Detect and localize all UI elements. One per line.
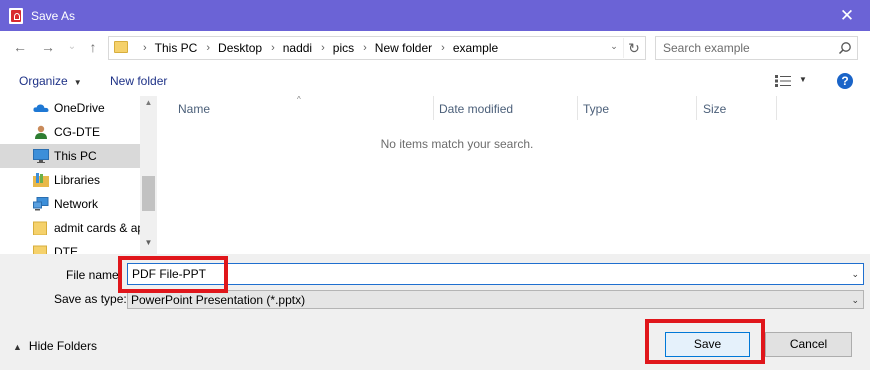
breadcrumb-item-desktop[interactable]: Desktop — [218, 41, 262, 55]
chevron-up-icon: ▲ — [13, 342, 22, 352]
scroll-down-arrow-icon[interactable]: ▼ — [140, 238, 157, 247]
breadcrumb-item-pics[interactable]: pics — [333, 41, 354, 55]
cancel-button[interactable]: Cancel — [765, 332, 852, 357]
sidebar-item-cg-dte[interactable]: CG-DTE — [0, 120, 140, 144]
new-folder-button[interactable]: New folder — [110, 74, 167, 88]
sidebar-scrollbar[interactable]: ▲ ▼ — [140, 96, 157, 254]
network-icon — [33, 197, 49, 211]
close-icon[interactable]: ✕ — [824, 0, 870, 31]
sidebar-item-label: admit cards & ap — [54, 221, 145, 235]
breadcrumb-item-this-pc[interactable]: This PC — [155, 41, 198, 55]
column-divider[interactable] — [776, 96, 777, 120]
folder-icon — [33, 221, 47, 235]
file-list-pane[interactable]: ^ Name Date modified Type Size No items … — [157, 95, 870, 254]
file-name-label: File name: — [66, 268, 123, 282]
sidebar-item-label: CG-DTE — [54, 125, 100, 139]
sidebar-item-onedrive[interactable]: OneDrive — [0, 96, 140, 120]
hide-folders-label: Hide Folders — [28, 339, 97, 353]
save-as-type-value: PowerPoint Presentation (*.pptx) — [131, 293, 306, 307]
scroll-up-arrow-icon[interactable]: ▲ — [140, 98, 157, 107]
breadcrumb-separator-icon: › — [143, 42, 147, 54]
file-name-input[interactable] — [132, 266, 832, 282]
sidebar-item-label: This PC — [54, 149, 97, 163]
breadcrumb-separator-icon[interactable]: › — [363, 42, 367, 54]
breadcrumb: › This PC › Desktop › naddi › pics › New… — [134, 37, 498, 59]
monitor-icon — [33, 149, 49, 163]
back-arrow-icon[interactable]: ← — [12, 39, 28, 55]
sidebar-item-label: Libraries — [54, 173, 101, 187]
breadcrumb-separator-icon[interactable]: › — [206, 42, 210, 54]
sidebar-item-network[interactable]: Network — [0, 192, 140, 216]
breadcrumb-item-naddi[interactable]: naddi — [283, 41, 312, 55]
search-input[interactable] — [663, 40, 833, 56]
folder-icon — [114, 41, 128, 53]
breadcrumb-separator-icon[interactable]: › — [321, 42, 325, 54]
save-as-type-select[interactable]: PowerPoint Presentation (*.pptx) ⌄ — [127, 290, 864, 309]
column-divider[interactable] — [433, 96, 434, 120]
folder-icon — [33, 245, 47, 254]
chevron-down-icon[interactable]: ⌄ — [851, 295, 859, 306]
empty-folder-message: No items match your search. — [380, 137, 534, 151]
navigation-bar: ← → ⌄ ↑ › This PC › Desktop › naddi › pi… — [0, 31, 870, 65]
column-divider[interactable] — [696, 96, 697, 120]
sidebar-item-label: OneDrive — [54, 101, 105, 115]
column-header-size[interactable]: Size — [703, 96, 726, 123]
view-options-icon[interactable] — [775, 75, 791, 87]
hide-folders-toggle[interactable]: ▲ Hide Folders — [13, 339, 97, 353]
save-form-panel: File name: ⌄ Save as type: PowerPoint Pr… — [0, 254, 870, 370]
save-as-type-label: Save as type: — [54, 292, 127, 306]
scrollbar-thumb[interactable] — [142, 176, 155, 211]
user-icon — [35, 125, 47, 139]
column-header-name[interactable]: Name — [178, 96, 210, 123]
help-icon[interactable]: ? — [837, 73, 853, 89]
sidebar-item-this-pc[interactable]: This PC — [0, 144, 140, 168]
chevron-down-icon[interactable]: ⌄ — [851, 269, 859, 280]
column-header-date-modified[interactable]: Date modified — [439, 96, 513, 123]
breadcrumb-separator-icon[interactable]: › — [441, 42, 445, 54]
organize-label: Organize — [19, 74, 68, 88]
cloud-icon — [33, 104, 49, 112]
up-arrow-icon[interactable]: ↑ — [85, 39, 101, 55]
search-box[interactable] — [655, 36, 858, 60]
chevron-down-icon: ▼ — [73, 78, 82, 87]
view-options-chevron-icon[interactable]: ▼ — [799, 75, 807, 84]
column-divider[interactable] — [577, 96, 578, 120]
title-bar: Save As ✕ — [0, 0, 870, 31]
sidebar-item-label: Network — [54, 197, 99, 211]
column-header-type[interactable]: Type — [583, 96, 609, 123]
search-icon[interactable] — [838, 41, 852, 55]
command-toolbar: Organize ▼ New folder ▼ ? — [0, 65, 870, 96]
sidebar-item-libraries[interactable]: Libraries — [0, 168, 140, 192]
sidebar-item-admit-cards[interactable]: admit cards & ap — [0, 216, 144, 240]
breadcrumb-separator-icon[interactable]: › — [271, 42, 275, 54]
forward-arrow-icon[interactable]: → — [40, 39, 56, 55]
navigation-pane: OneDrive CG-DTE This PC Libraries Networ… — [0, 96, 157, 254]
save-button[interactable]: Save — [665, 332, 750, 357]
recent-locations-chevron-icon[interactable]: ⌄ — [64, 39, 80, 55]
sidebar-item-label: DTE — [54, 245, 78, 254]
libraries-icon — [33, 173, 49, 187]
acrobat-pdf-icon — [9, 8, 23, 24]
sidebar-item-dte[interactable]: DTE — [0, 240, 140, 254]
breadcrumb-item-new-folder[interactable]: New folder — [375, 41, 432, 55]
breadcrumb-item-example[interactable]: example — [453, 41, 498, 55]
refresh-icon[interactable]: ↻ — [623, 38, 644, 58]
organize-menu[interactable]: Organize ▼ — [19, 74, 82, 88]
address-dropdown-chevron-icon[interactable]: ⌄ — [607, 41, 621, 52]
file-name-combobox[interactable]: ⌄ — [127, 263, 864, 285]
address-bar[interactable]: › This PC › Desktop › naddi › pics › New… — [108, 36, 646, 60]
window-title: Save As — [31, 9, 76, 23]
sort-ascending-icon: ^ — [297, 95, 301, 104]
